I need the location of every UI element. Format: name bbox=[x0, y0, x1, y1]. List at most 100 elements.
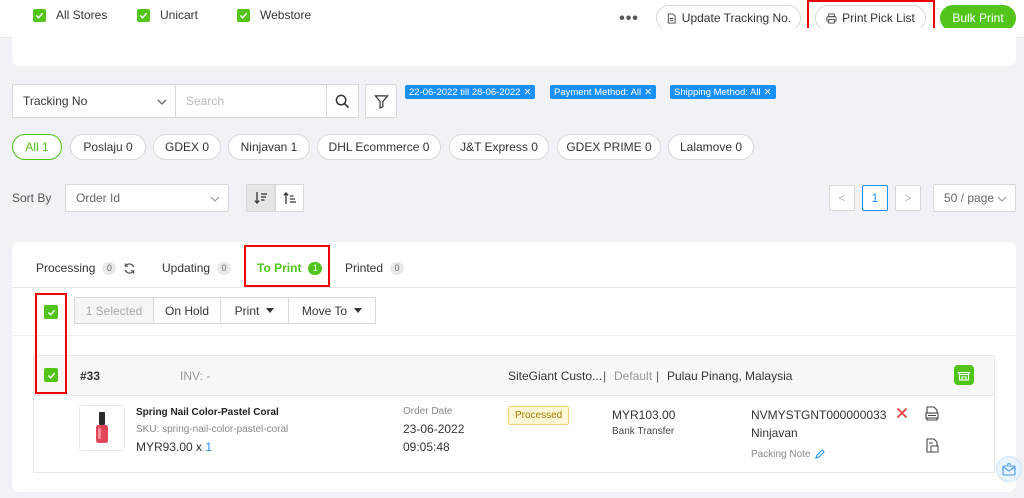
courier-chip-jnt[interactable]: J&T Express 0 bbox=[449, 134, 549, 160]
customer-name[interactable]: SiteGiant Custo... bbox=[508, 369, 602, 383]
product-image[interactable] bbox=[79, 405, 125, 451]
courier-chip-gdex[interactable]: GDEX 0 bbox=[153, 134, 221, 160]
packing-note-link[interactable]: Packing Note bbox=[751, 449, 826, 460]
product-price: MYR93.00 bbox=[136, 440, 193, 454]
tabs-divider bbox=[12, 287, 1016, 288]
cancel-x-icon[interactable] bbox=[896, 407, 908, 419]
tab-count-badge: 0 bbox=[102, 261, 117, 275]
refresh-icon[interactable] bbox=[123, 262, 136, 275]
order-select-checkbox[interactable] bbox=[44, 368, 58, 382]
courier-chip-dhl[interactable]: DHL Ecommerce 0 bbox=[317, 134, 441, 160]
packing-note-label: Packing Note bbox=[751, 449, 811, 460]
print-dropdown-button[interactable]: Print bbox=[220, 297, 289, 324]
shipping-location: Pulau Pinang, Malaysia bbox=[667, 369, 793, 383]
filter-button[interactable] bbox=[365, 84, 397, 118]
order-id[interactable]: #33 bbox=[80, 369, 100, 383]
checkbox-checked-icon[interactable] bbox=[33, 8, 46, 22]
tab-processing[interactable]: Processing 0 bbox=[36, 261, 136, 275]
tab-count-badge: 0 bbox=[390, 261, 405, 275]
sort-descending-icon bbox=[253, 192, 267, 204]
checkbox-checked-icon[interactable] bbox=[137, 8, 150, 22]
checkbox-checked-icon[interactable] bbox=[237, 8, 250, 22]
sort-field-value: Order Id bbox=[76, 191, 121, 205]
tab-label: Updating bbox=[162, 261, 211, 275]
store-label: All Stores bbox=[56, 8, 108, 22]
tab-count-badge: 0 bbox=[217, 261, 232, 275]
store-all-stores[interactable]: All Stores bbox=[33, 8, 107, 22]
printer-icon bbox=[826, 12, 837, 24]
search-field-select[interactable]: Tracking No bbox=[12, 84, 176, 118]
on-hold-button[interactable]: On Hold bbox=[153, 297, 221, 324]
filter-tag-date[interactable]: 22-06-2022 till 28-06-2022 ✕ bbox=[405, 85, 536, 99]
more-options-button[interactable]: ••• bbox=[618, 8, 640, 30]
update-tracking-label: Update Tracking No. bbox=[681, 11, 792, 25]
sort-ascending-icon bbox=[282, 192, 296, 204]
tab-label: Processing bbox=[36, 261, 96, 275]
tab-printed[interactable]: Printed 0 bbox=[345, 261, 405, 275]
close-icon[interactable]: ✕ bbox=[764, 87, 772, 98]
close-icon[interactable]: ✕ bbox=[644, 87, 652, 98]
courier-name: Ninjavan bbox=[751, 426, 798, 440]
tab-label: To Print bbox=[257, 261, 302, 275]
product-sku: SKU: spring-nail-color-pastel-coral bbox=[136, 424, 289, 435]
chevron-down-icon bbox=[210, 196, 220, 202]
order-date-label: Order Date bbox=[403, 406, 453, 417]
bulk-print-label: Bulk Print bbox=[952, 11, 1004, 25]
tab-to-print[interactable]: To Print 1 bbox=[257, 261, 323, 275]
payment-method: Bank Transfer bbox=[612, 426, 675, 437]
courier-chip-poslaju[interactable]: Poslaju 0 bbox=[70, 134, 146, 160]
invoice-number: INV: - bbox=[180, 369, 211, 383]
store-label: Unicart bbox=[160, 8, 199, 22]
product-price-qty: MYR93.00 x 1 bbox=[136, 440, 212, 454]
section-divider bbox=[12, 335, 1016, 336]
filter-icon bbox=[373, 94, 389, 109]
tracking-number[interactable]: NVMYSTGNT000000033 bbox=[751, 408, 886, 422]
filter-tag-label: Payment Method: All bbox=[554, 86, 642, 98]
tab-count-badge: 1 bbox=[308, 261, 323, 275]
pencil-icon bbox=[815, 449, 826, 459]
bulk-actions: 1 Selected On Hold Print Move To bbox=[74, 297, 376, 324]
selected-count: 1 Selected bbox=[74, 297, 154, 324]
print-label-icon[interactable] bbox=[925, 406, 939, 421]
print-dropdown-label: Print bbox=[234, 303, 260, 318]
pagination-next-button[interactable]: > bbox=[895, 185, 921, 211]
search-input[interactable]: Search bbox=[176, 84, 327, 118]
courier-chip-lalamove[interactable]: Lalamove 0 bbox=[668, 134, 754, 160]
header-separator: | bbox=[656, 369, 660, 383]
store-logo-icon bbox=[954, 365, 974, 385]
store-webstore[interactable]: Webstore bbox=[237, 8, 311, 22]
message-fab[interactable] bbox=[996, 456, 1022, 482]
header-separator: | bbox=[603, 369, 607, 383]
filter-tag-label: Shipping Method: All bbox=[674, 86, 761, 98]
move-to-label: Move To bbox=[301, 303, 348, 318]
search-field-value: Tracking No bbox=[23, 94, 88, 108]
close-icon[interactable]: ✕ bbox=[523, 87, 531, 98]
chevron-down-icon bbox=[997, 196, 1007, 202]
caret-down-icon bbox=[266, 308, 275, 313]
sort-ascending-button[interactable] bbox=[275, 184, 304, 212]
search-icon bbox=[335, 94, 350, 108]
store-unicart[interactable]: Unicart bbox=[137, 8, 198, 22]
filter-tag-payment[interactable]: Payment Method: All ✕ bbox=[550, 85, 657, 99]
print-pick-list-label: Print Pick List bbox=[842, 11, 915, 25]
search-button[interactable] bbox=[326, 84, 359, 118]
product-name[interactable]: Spring Nail Color-Pastel Coral bbox=[136, 407, 279, 418]
courier-chip-all[interactable]: All 1 bbox=[12, 134, 62, 160]
move-to-dropdown-button[interactable]: Move To bbox=[288, 297, 376, 324]
tab-updating[interactable]: Updating 0 bbox=[162, 261, 232, 275]
document-icon bbox=[667, 12, 676, 24]
order-time: 09:05:48 bbox=[403, 440, 450, 454]
sort-field-select[interactable]: Order Id bbox=[65, 184, 229, 212]
warehouse-name: Default bbox=[614, 369, 653, 383]
courier-chip-gdex-prime[interactable]: GDEX PRIME 0 bbox=[557, 134, 661, 160]
select-all-checkbox[interactable] bbox=[44, 305, 58, 319]
search-placeholder: Search bbox=[186, 94, 225, 108]
store-filter-bar bbox=[12, 28, 1016, 66]
sort-descending-button[interactable] bbox=[246, 184, 275, 212]
pagination-prev-button[interactable]: < bbox=[829, 185, 855, 211]
invoice-document-icon[interactable] bbox=[925, 438, 939, 453]
filter-tag-shipping[interactable]: Shipping Method: All ✕ bbox=[670, 85, 776, 99]
pagination-page-1[interactable]: 1 bbox=[862, 185, 888, 211]
courier-chip-ninjavan[interactable]: Ninjavan 1 bbox=[228, 134, 310, 160]
page-size-select[interactable]: 50 / page bbox=[933, 184, 1016, 212]
